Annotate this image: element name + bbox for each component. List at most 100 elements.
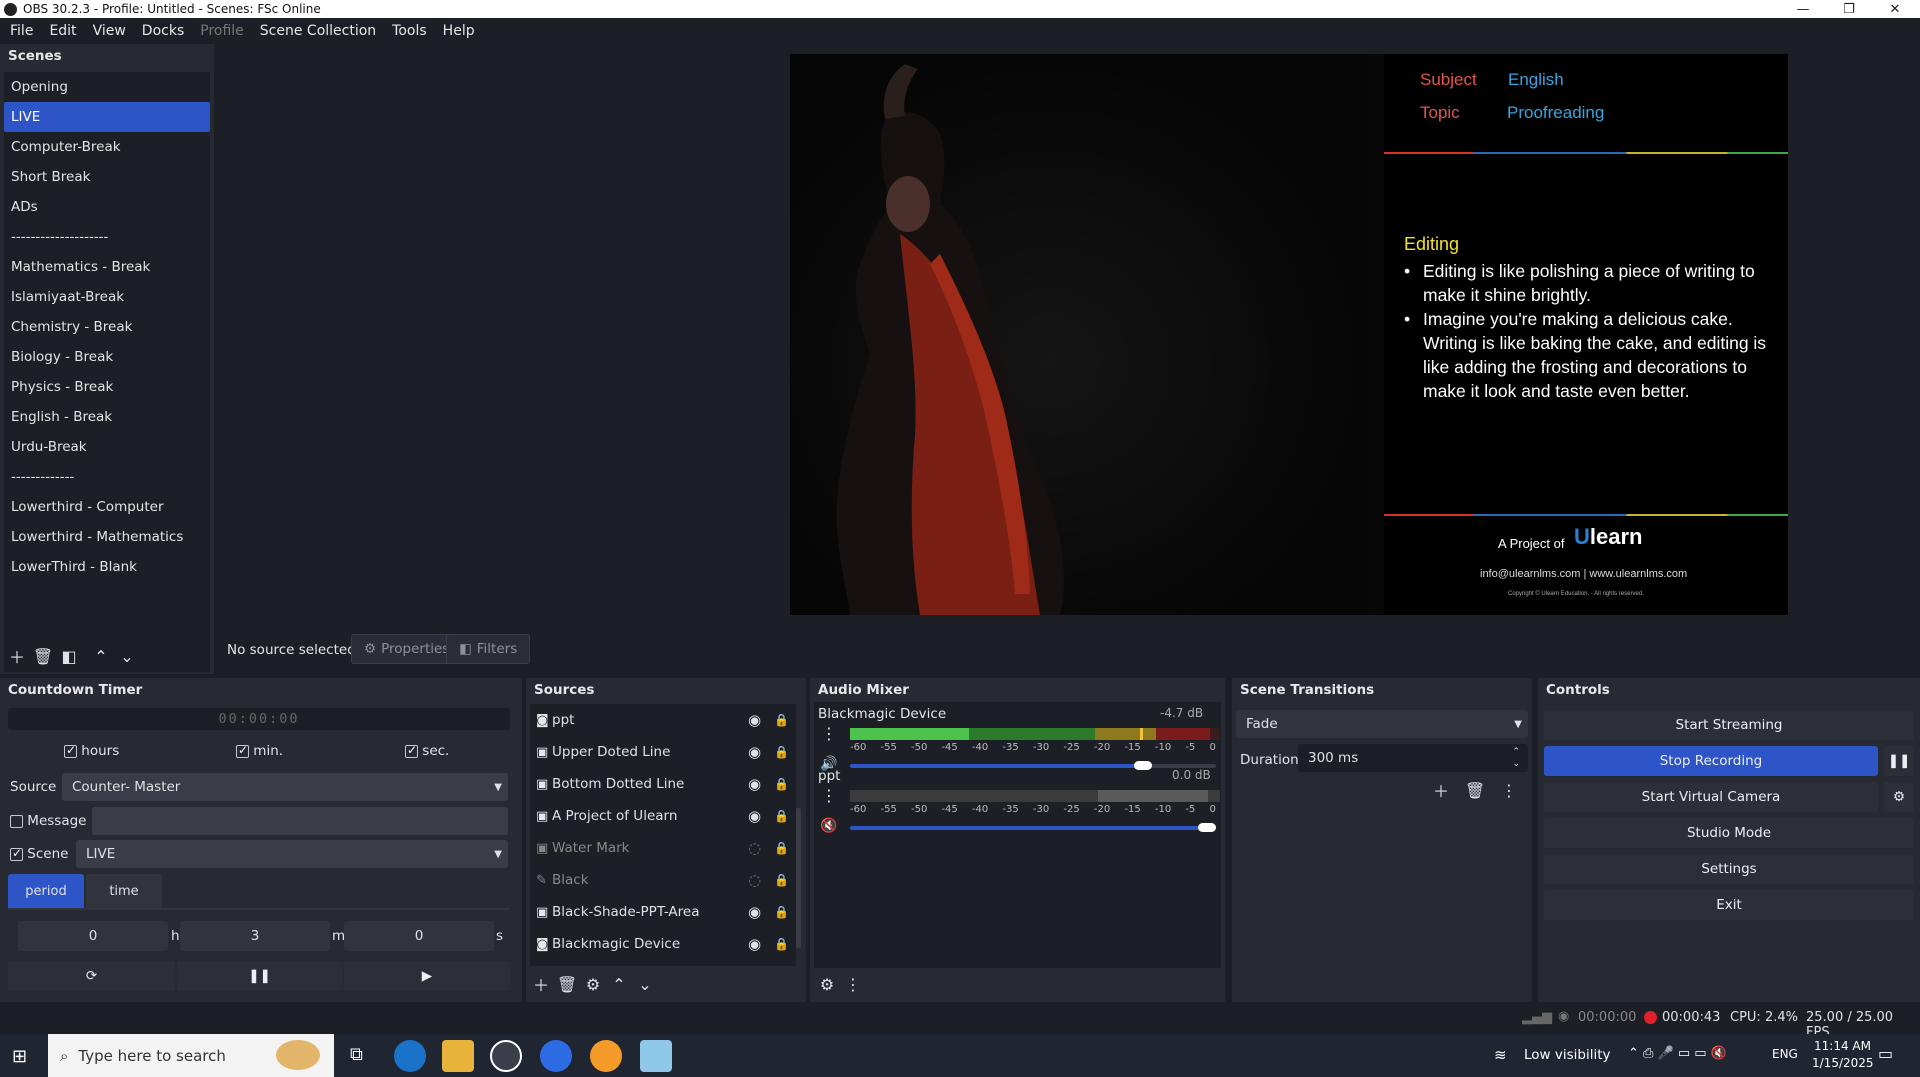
exit-button[interactable]: Exit: [1544, 890, 1914, 920]
clock-date[interactable]: 1/15/2025: [1812, 1056, 1874, 1070]
virtual-camera-settings-button[interactable]: ⚙: [1884, 782, 1914, 812]
menu-view[interactable]: View: [85, 23, 134, 39]
windows-start-icon[interactable]: ⊞: [12, 1046, 27, 1067]
volume-slider[interactable]: [850, 823, 1216, 832]
scene-item[interactable]: Chemistry - Break: [4, 312, 210, 342]
message-check-icon[interactable]: [10, 814, 23, 828]
minimize-icon[interactable]: —: [1780, 0, 1826, 18]
add-source-button[interactable]: ＋: [528, 972, 554, 996]
scene-item[interactable]: LowerThird - Blank: [4, 552, 210, 582]
eye-icon[interactable]: ◉: [748, 775, 761, 793]
add-scene-button[interactable]: ＋: [4, 644, 30, 668]
scene-item[interactable]: Islamiyaat-Break: [4, 282, 210, 312]
mixer-menu-button[interactable]: ⋮: [840, 972, 866, 996]
scene-item[interactable]: Lowerthird - Mathematics: [4, 522, 210, 552]
volume-slider-knob[interactable]: [1133, 761, 1152, 770]
add-transition-button[interactable]: ＋: [1428, 778, 1454, 802]
menu-profile[interactable]: Profile: [192, 23, 252, 39]
move-scene-up-button[interactable]: ⌃: [88, 644, 114, 668]
taskbar-search-box[interactable]: ⌕ Type here to search: [48, 1034, 334, 1077]
move-source-down-button[interactable]: ⌄: [632, 972, 658, 996]
scene-item[interactable]: Lowerthird - Computer: [4, 492, 210, 522]
lock-icon[interactable]: 🔒: [774, 873, 789, 887]
remove-transition-button[interactable]: 🗑: [1462, 778, 1488, 802]
scene-checkbox[interactable]: Scene: [10, 846, 68, 862]
source-item[interactable]: ◙ Blackmagic Device ◉ 🔒: [536, 928, 796, 960]
tab-time[interactable]: time: [86, 874, 162, 908]
lock-icon[interactable]: 🔒: [774, 809, 789, 823]
hours-input[interactable]: 0: [18, 921, 168, 951]
obs-taskbar-icon[interactable]: [490, 1040, 522, 1072]
notifications-icon[interactable]: ▭: [1878, 1044, 1893, 1063]
scene-item[interactable]: ADs: [4, 192, 210, 222]
scene-item[interactable]: -------------: [4, 462, 210, 492]
scene-item[interactable]: Short Break: [4, 162, 210, 192]
settings-button[interactable]: Settings: [1544, 854, 1914, 884]
lock-icon[interactable]: 🔒: [774, 937, 789, 951]
lock-icon[interactable]: 🔒: [774, 841, 789, 855]
menu-file[interactable]: File: [2, 23, 41, 39]
source-item[interactable]: ✎ Black ◌ 🔒: [536, 864, 796, 896]
scene-check-icon[interactable]: [10, 846, 23, 861]
source-item[interactable]: ▣ Water Mark ◌ 🔒: [536, 832, 796, 864]
menu-help[interactable]: Help: [435, 23, 483, 39]
move-scene-down-button[interactable]: ⌄: [114, 644, 140, 668]
source-item[interactable]: ▣ Black-Shade-PPT-Area ◉ 🔒: [536, 896, 796, 928]
move-source-up-button[interactable]: ⌃: [606, 972, 632, 996]
source-item[interactable]: ◙ ppt ◉ 🔒: [536, 704, 796, 736]
message-input[interactable]: [92, 807, 508, 835]
channel-menu-icon[interactable]: ⋮: [821, 724, 837, 743]
start-timer-button[interactable]: ▶: [344, 961, 510, 991]
file-explorer-icon[interactable]: [442, 1040, 474, 1072]
duration-input[interactable]: 300 ms ⌃ ⌄: [1298, 744, 1528, 772]
preview-area[interactable]: Subject English Topic Proofreading Editi…: [220, 44, 1920, 624]
start-streaming-button[interactable]: Start Streaming: [1544, 710, 1914, 740]
program-canvas[interactable]: Subject English Topic Proofreading Editi…: [790, 54, 1788, 615]
scene-item[interactable]: Urdu-Break: [4, 432, 210, 462]
zoom-icon[interactable]: [540, 1040, 572, 1072]
sources-scrollbar[interactable]: [796, 808, 801, 948]
eye-icon[interactable]: ◉: [748, 807, 761, 825]
transition-select[interactable]: Fade ▼: [1236, 710, 1528, 738]
seconds-input[interactable]: 0: [344, 921, 494, 951]
scene-item[interactable]: Physics - Break: [4, 372, 210, 402]
minutes-checkbox[interactable]: min.: [236, 743, 283, 759]
scene-item[interactable]: Biology - Break: [4, 342, 210, 372]
scene-item[interactable]: Opening: [4, 72, 210, 102]
muted-speaker-icon[interactable]: 🔇: [820, 818, 837, 834]
lock-icon[interactable]: 🔒: [774, 777, 789, 791]
clock-time[interactable]: 11:14 AM: [1814, 1039, 1871, 1053]
eye-hidden-icon[interactable]: ◌: [748, 871, 761, 889]
restore-icon[interactable]: ❐: [1826, 0, 1872, 18]
tab-period[interactable]: period: [8, 874, 84, 908]
filters-button[interactable]: ◧ Filters: [446, 634, 531, 664]
studio-mode-button[interactable]: Studio Mode: [1544, 818, 1914, 848]
menu-docks[interactable]: Docks: [134, 23, 192, 39]
menu-scene-collection[interactable]: Scene Collection: [252, 23, 384, 39]
hours-check-icon[interactable]: [64, 743, 77, 758]
reset-timer-button[interactable]: ⟳: [8, 961, 175, 991]
minutes-check-icon[interactable]: [236, 743, 249, 758]
scene-item[interactable]: Computer-Break: [4, 132, 210, 162]
channel-menu-icon[interactable]: ⋮: [821, 786, 837, 805]
scene-item[interactable]: Mathematics - Break: [4, 252, 210, 282]
menu-edit[interactable]: Edit: [41, 23, 84, 39]
scene-item-selected[interactable]: LIVE: [4, 102, 210, 132]
scene-item[interactable]: --------------------: [4, 222, 210, 252]
advanced-audio-button[interactable]: ⚙: [814, 972, 840, 996]
pause-recording-button[interactable]: ❚❚: [1884, 746, 1914, 776]
weather-text[interactable]: Low visibility: [1524, 1047, 1611, 1063]
eye-hidden-icon[interactable]: ◌: [748, 839, 761, 857]
scene-item[interactable]: English - Break: [4, 402, 210, 432]
transition-menu-button[interactable]: ⋮: [1496, 778, 1522, 802]
seconds-checkbox[interactable]: sec.: [405, 743, 449, 759]
pause-timer-button[interactable]: ❚❚: [177, 961, 342, 991]
notes-app-icon[interactable]: [640, 1040, 672, 1072]
lock-icon[interactable]: 🔒: [774, 905, 789, 919]
minutes-input[interactable]: 3: [180, 921, 330, 951]
seconds-check-icon[interactable]: [405, 743, 418, 758]
menu-tools[interactable]: Tools: [384, 23, 435, 39]
browser-app-icon[interactable]: [590, 1040, 622, 1072]
source-item[interactable]: ▣ Upper Doted Line ◉ 🔒: [536, 736, 796, 768]
remove-scene-button[interactable]: 🗑: [30, 644, 56, 668]
